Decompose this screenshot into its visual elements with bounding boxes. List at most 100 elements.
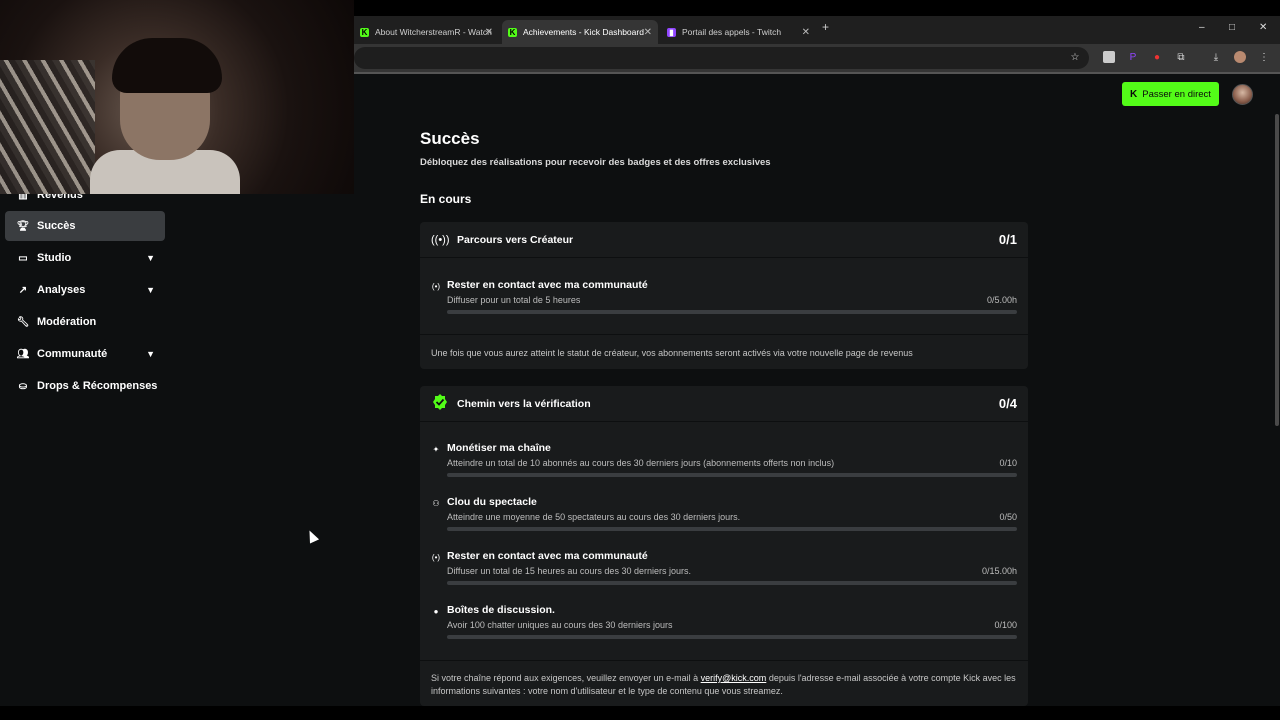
- sidebar-item-label: Studio: [37, 252, 72, 264]
- webcam-person-hair: [112, 38, 222, 93]
- scrollbar[interactable]: [1275, 114, 1279, 426]
- menu-icon[interactable]: ⋮: [1258, 51, 1270, 63]
- broadcast-icon: (•): [431, 282, 441, 291]
- close-icon[interactable]: ✕: [644, 27, 652, 38]
- task-title: Boîtes de discussion.: [447, 604, 555, 616]
- task-value: 0/100: [994, 620, 1017, 630]
- tab-title: Portail des appels - Twitch: [682, 27, 782, 37]
- kick-icon: K: [508, 27, 517, 37]
- sidebar-item-studio[interactable]: ▭ Studio ▼: [5, 243, 165, 273]
- sidebar-item-moderation[interactable]: 🔧︎ Modération: [5, 307, 165, 337]
- task-item: ● Boîtes de discussion. Avoir 100 chatte…: [420, 604, 1028, 646]
- minimize-button[interactable]: –: [1199, 22, 1205, 33]
- puzzle-icon[interactable]: ⧉: [1175, 51, 1187, 63]
- task-item: ✦ Monétiser ma chaîne Atteindre un total…: [420, 442, 1028, 484]
- maximize-button[interactable]: □: [1229, 22, 1235, 33]
- kick-icon: K: [360, 27, 369, 37]
- card-header: Chemin vers la vérification 0/4: [420, 386, 1028, 422]
- sparkle-icon: ✦: [432, 445, 440, 454]
- sidebar-item-label: Analyses: [37, 284, 86, 296]
- verified-badge-icon: [431, 393, 449, 414]
- task-title: Clou du spectacle: [447, 496, 537, 508]
- viewers-icon: ⚇: [432, 499, 440, 508]
- task-item: (•) Rester en contact avec ma communauté…: [420, 279, 1028, 321]
- wrench-icon: 🔧︎: [16, 316, 30, 328]
- task-value: 0/10: [999, 458, 1017, 468]
- card-title: Parcours vers Créateur: [457, 233, 574, 246]
- download-icon[interactable]: ⤓: [1210, 51, 1222, 63]
- card-header: ((•)) Parcours vers Créateur 0/1: [420, 222, 1028, 258]
- page-title: Succès: [420, 129, 480, 148]
- extension-red-icon[interactable]: ●: [1151, 51, 1163, 63]
- avatar[interactable]: [1232, 84, 1253, 105]
- task-item: (•) Rester en contact avec ma communauté…: [420, 550, 1028, 592]
- broadcast-icon: ((•)): [431, 233, 450, 246]
- new-tab-button[interactable]: +: [822, 20, 829, 34]
- close-icon[interactable]: ✕: [485, 27, 493, 38]
- sidebar-item-drops[interactable]: ⛀ Drops & Récompenses: [5, 371, 165, 401]
- chevron-down-icon[interactable]: ▼: [146, 349, 155, 359]
- taskbar-strip: [0, 706, 1280, 720]
- task-title: Monétiser ma chaîne: [447, 442, 551, 454]
- task-value: 0/50: [999, 512, 1017, 522]
- twitch-icon: ▮: [667, 27, 676, 37]
- task-value: 0/15.00h: [981, 566, 1017, 576]
- section-heading: En cours: [420, 192, 472, 206]
- card-footer: Une fois que vous aurez atteint le statu…: [420, 334, 1028, 369]
- task-description: Avoir 100 chatter uniques au cours des 3…: [447, 620, 673, 630]
- sidebar-item-succes[interactable]: 🏆︎ Succès: [5, 211, 165, 241]
- achievement-card-creator: ((•)) Parcours vers Créateur 0/1 (•) Res…: [420, 222, 1028, 369]
- page-subtitle: Débloquez des réalisations pour recevoir…: [420, 157, 771, 168]
- webcam-blanket: [0, 60, 95, 194]
- extension-icon[interactable]: [1103, 51, 1115, 63]
- verify-email-link[interactable]: verify@kick.com: [701, 673, 767, 683]
- tab-achievements[interactable]: K Achievements - Kick Dashboard ✕: [502, 20, 658, 44]
- address-bar[interactable]: [354, 47, 1089, 69]
- analytics-icon: ↗: [18, 284, 28, 296]
- go-live-button[interactable]: K Passer en direct: [1122, 82, 1219, 106]
- tab-about-witcherstreamr[interactable]: K About WitcherstreamR - Watch ✕: [354, 20, 499, 44]
- tab-twitch[interactable]: ▮ Portail des appels - Twitch ✕: [661, 20, 816, 44]
- sidebar-item-label: Communauté: [37, 348, 108, 360]
- chat-bubble-icon: ●: [433, 607, 439, 616]
- progress-bar: [447, 527, 1017, 531]
- progress-bar: [447, 635, 1017, 639]
- sidebar-item-communaute[interactable]: 👥︎ Communauté ▼: [5, 339, 165, 369]
- progress-bar: [447, 473, 1017, 477]
- broadcast-icon: (•): [431, 553, 441, 562]
- task-value: 0/5.00h: [986, 295, 1017, 305]
- task-description: Diffuser pour un total de 5 heures: [447, 295, 581, 305]
- close-window-button[interactable]: ✕: [1259, 22, 1267, 33]
- chevron-down-icon[interactable]: ▼: [146, 253, 155, 263]
- profile-icon[interactable]: [1234, 51, 1246, 63]
- progress-bar: [447, 581, 1017, 585]
- achievement-card-verification: Chemin vers la vérification 0/4 ✦ Monéti…: [420, 386, 1028, 706]
- card-count: 0/4: [998, 396, 1017, 411]
- card-count: 0/1: [998, 232, 1017, 247]
- sidebar-item-analyses[interactable]: ↗ Analyses ▼: [5, 275, 165, 305]
- trophy-icon: 🏆︎: [16, 220, 30, 232]
- task-description: Atteindre un total de 10 abonnés au cour…: [447, 458, 835, 468]
- card-footer: Si votre chaîne répond aux exigences, ve…: [420, 660, 1028, 706]
- progress-bar: [447, 310, 1017, 314]
- footer-text: Si votre chaîne répond aux exigences, ve…: [431, 673, 701, 683]
- tab-title: About WitcherstreamR - Watch: [375, 27, 492, 37]
- task-title: Rester en contact avec ma communauté: [447, 550, 648, 562]
- chevron-down-icon[interactable]: ▼: [146, 285, 155, 295]
- sidebar-item-label: Modération: [37, 316, 97, 328]
- go-live-label: Passer en direct: [1142, 88, 1211, 100]
- task-description: Diffuser un total de 15 heures au cours …: [447, 566, 691, 576]
- community-icon: 👥︎: [16, 348, 30, 360]
- close-icon[interactable]: ✕: [802, 27, 810, 38]
- sidebar-item-label: Drops & Récompenses: [37, 380, 158, 392]
- webcam-overlay: [0, 0, 354, 194]
- card-title: Chemin vers la vérification: [457, 397, 591, 410]
- extension-p-icon[interactable]: P: [1127, 51, 1139, 63]
- kick-icon: K: [1130, 88, 1138, 100]
- sidebar-item-label: Succès: [37, 220, 76, 232]
- studio-icon: ▭: [18, 252, 28, 264]
- task-description: Atteindre une moyenne de 50 spectateurs …: [447, 512, 741, 522]
- tab-title: Achievements - Kick Dashboard: [523, 27, 644, 37]
- star-icon[interactable]: ☆: [1069, 51, 1081, 63]
- drops-icon: ⛀: [18, 380, 28, 392]
